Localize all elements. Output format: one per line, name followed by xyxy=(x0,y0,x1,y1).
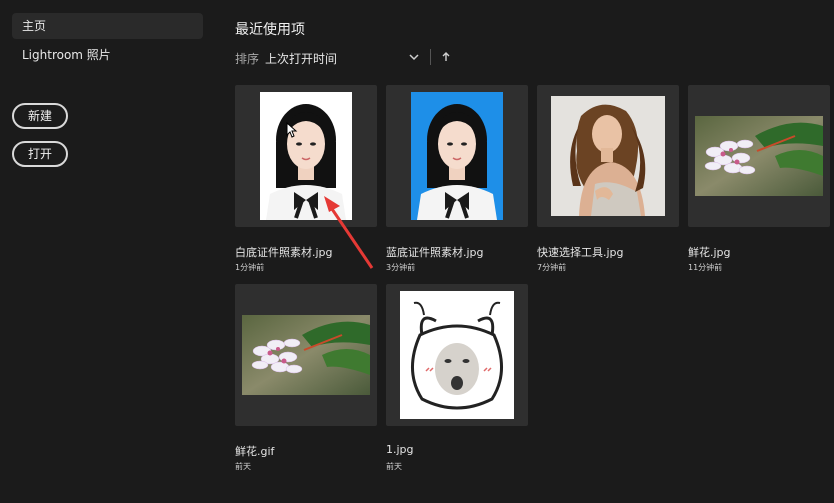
divider xyxy=(430,49,431,65)
sidebar: 主页 Lightroom 照片 新建 打开 xyxy=(0,0,215,503)
mouse-cursor-icon xyxy=(286,122,298,138)
file-card-3[interactable] xyxy=(537,85,679,227)
file-time: 前天 xyxy=(386,462,402,471)
file-card-4[interactable] xyxy=(688,85,830,227)
file-time: 7分钟前 xyxy=(537,263,567,272)
file-time: 11分钟前 xyxy=(688,263,723,272)
new-button[interactable]: 新建 xyxy=(12,103,69,129)
chevron-down-icon[interactable] xyxy=(409,51,419,65)
file-card-1[interactable] xyxy=(235,85,377,227)
file-card-6[interactable] xyxy=(386,284,528,426)
sort-select[interactable]: 上次打开时间 xyxy=(265,50,337,67)
sidebar-item-lightroom-photos[interactable]: Lightroom 照片 xyxy=(12,42,203,68)
file-card-5[interactable] xyxy=(235,284,377,426)
open-button[interactable]: 打开 xyxy=(12,141,69,167)
sort-label: 排序 xyxy=(235,52,260,66)
sidebar-item-home[interactable]: 主页 xyxy=(12,13,203,39)
file-card-2[interactable] xyxy=(386,85,528,227)
thumbnail-id-photo-white xyxy=(260,92,352,220)
thumbnail-flowers xyxy=(695,116,823,196)
sidebar-item-label: 主页 xyxy=(22,19,47,33)
sort-ascending-icon[interactable] xyxy=(442,51,450,65)
thumbnail-meme xyxy=(400,291,514,419)
thumbnail-id-photo-blue xyxy=(411,92,503,220)
sidebar-item-label: Lightroom 照片 xyxy=(22,48,111,62)
page-title: 最近使用项 xyxy=(235,22,305,38)
file-name[interactable]: 鲜花.gif xyxy=(235,443,274,459)
file-name[interactable]: 鲜花.jpg xyxy=(688,244,731,260)
file-time: 1分钟前 xyxy=(235,263,265,272)
file-name[interactable]: 蓝底证件照素材.jpg xyxy=(386,244,484,260)
thumbnail-flowers-gif xyxy=(242,315,370,395)
file-time: 3分钟前 xyxy=(386,263,416,272)
file-name[interactable]: 1.jpg xyxy=(386,443,414,456)
file-name[interactable]: 快速选择工具.jpg xyxy=(537,244,624,260)
thumbnail-portrait xyxy=(551,96,665,216)
file-time: 前天 xyxy=(235,462,251,471)
file-name[interactable]: 白底证件照素材.jpg xyxy=(235,244,333,260)
